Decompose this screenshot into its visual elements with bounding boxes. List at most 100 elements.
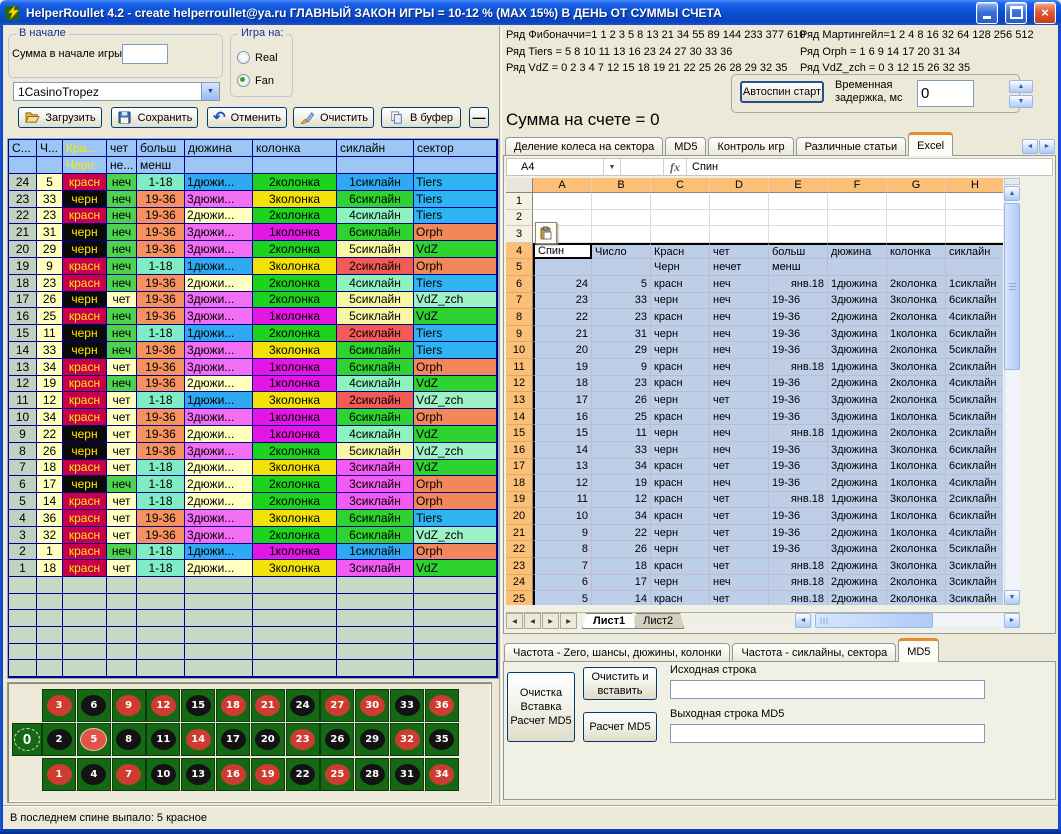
md5-clear-and-paste-button[interactable]: Очистить и вставить [583, 667, 657, 700]
excel-cell[interactable]: 3дюжина [828, 442, 887, 459]
excel-cell[interactable]: 17 [533, 392, 592, 409]
excel-cell[interactable]: 19-36 [769, 342, 828, 359]
excel-cell[interactable]: 24 [533, 276, 592, 293]
excel-cell[interactable]: неч [710, 409, 769, 426]
board-number-cell[interactable]: 1 [42, 758, 76, 791]
excel-cell[interactable] [651, 210, 710, 227]
board-number-cell[interactable]: 27 [320, 689, 354, 722]
excel-cell[interactable]: 19-36 [769, 293, 828, 310]
excel-cell[interactable]: сиклайн [946, 243, 1003, 260]
excel-cell[interactable] [946, 226, 1003, 243]
board-number-cell[interactable]: 16 [216, 758, 250, 791]
excel-cell[interactable]: 1дюжина [828, 425, 887, 442]
excel-cell[interactable]: 12 [592, 492, 651, 509]
board-number-cell[interactable]: 11 [146, 723, 180, 756]
board-number-cell[interactable]: 18 [216, 689, 250, 722]
excel-cell[interactable]: 4сиклайн [946, 475, 1003, 492]
excel-cell[interactable]: 2колонка [887, 591, 946, 605]
start-sum-input[interactable] [122, 44, 168, 64]
excel-row-header[interactable]: 25 [506, 591, 533, 605]
board-number-cell[interactable]: 31 [390, 758, 424, 791]
excel-cell[interactable] [769, 193, 828, 210]
excel-cell[interactable]: 3колонка [887, 558, 946, 575]
excel-cell[interactable]: 14 [592, 591, 651, 605]
excel-cell[interactable]: 2сиклайн [946, 359, 1003, 376]
fx-icon[interactable]: fx [664, 159, 687, 175]
close-button[interactable]: × [1034, 2, 1056, 24]
excel-cell[interactable]: 19-36 [769, 376, 828, 393]
radio-real[interactable]: Real [237, 51, 278, 64]
board-number-cell[interactable]: 28 [355, 758, 389, 791]
excel-cell[interactable]: 19-36 [769, 392, 828, 409]
name-box-dropdown-icon[interactable]: ▼ [604, 159, 621, 175]
excel-cell[interactable]: 18 [533, 376, 592, 393]
board-number-cell[interactable]: 9 [112, 689, 146, 722]
excel-cell[interactable]: 2дюжина [828, 575, 887, 592]
excel-cell[interactable]: 4сиклайн [946, 525, 1003, 542]
excel-cell[interactable]: 12 [533, 475, 592, 492]
excel-cell[interactable]: 19-36 [769, 442, 828, 459]
excel-cell[interactable]: красн [651, 558, 710, 575]
excel-cell[interactable] [533, 193, 592, 210]
excel-cell[interactable]: 19-36 [769, 326, 828, 343]
excel-cell[interactable]: красн [651, 376, 710, 393]
excel-cell[interactable]: 19-36 [769, 409, 828, 426]
main-tab-3[interactable]: Различные статьи [796, 137, 907, 156]
excel-cell[interactable] [887, 193, 946, 210]
excel-cell[interactable]: 6 [533, 575, 592, 592]
excel-cell[interactable]: 20 [533, 342, 592, 359]
freq-tab-1[interactable]: Частота - сиклайны, сектора [732, 643, 896, 662]
board-number-cell[interactable]: 25 [320, 758, 354, 791]
excel-cell[interactable]: 3сиклайн [946, 575, 1003, 592]
excel-cell[interactable]: 3колонка [887, 359, 946, 376]
excel-cell[interactable]: больш [769, 243, 828, 260]
board-number-cell[interactable]: 13 [181, 758, 215, 791]
excel-cell[interactable]: 21 [533, 326, 592, 343]
excel-cell[interactable] [592, 193, 651, 210]
excel-cell[interactable]: 3дюжина [828, 342, 887, 359]
excel-cell[interactable]: неч [710, 293, 769, 310]
board-number-cell[interactable]: 7 [112, 758, 146, 791]
excel-cell[interactable]: 18 [592, 558, 651, 575]
scrollbar-split-handle[interactable] [1004, 178, 1020, 185]
excel-cell[interactable]: 19-36 [769, 475, 828, 492]
tab-scroll-right-button[interactable]: ► [1039, 139, 1055, 154]
excel-cell[interactable]: красн [651, 409, 710, 426]
excel-cell[interactable]: 3дюжина [828, 459, 887, 476]
excel-cell[interactable]: черн [651, 342, 710, 359]
excel-cell[interactable]: 2дюжина [828, 558, 887, 575]
copy-to-buffer-button[interactable]: В буфер [381, 107, 461, 128]
horizontal-scroll-thumb[interactable] [815, 613, 933, 628]
excel-cell[interactable] [592, 210, 651, 227]
excel-row-header[interactable]: 4 [506, 243, 533, 260]
excel-cell[interactable] [946, 193, 1003, 210]
excel-cell[interactable]: 11 [592, 425, 651, 442]
excel-cell[interactable]: 6сиклайн [946, 326, 1003, 343]
excel-cell[interactable]: черн [651, 442, 710, 459]
sheet-first-button[interactable]: ◀ [506, 613, 523, 629]
excel-cell[interactable] [887, 210, 946, 227]
casino-select[interactable]: 1CasinoTropez ▼ [13, 82, 220, 101]
sheet-tab-2[interactable]: Лист2 [632, 613, 684, 629]
excel-row-header[interactable]: 9 [506, 326, 533, 343]
excel-cell[interactable]: неч [710, 276, 769, 293]
excel-cell[interactable]: 2дюжина [828, 475, 887, 492]
excel-cell[interactable]: 6сиклайн [946, 508, 1003, 525]
excel-cell[interactable]: 2дюжина [828, 525, 887, 542]
excel-cell[interactable]: 2колонка [887, 342, 946, 359]
main-tab-4[interactable]: Excel [908, 132, 953, 156]
excel-cell[interactable]: чет [710, 508, 769, 525]
excel-cell[interactable]: 5сиклайн [946, 541, 1003, 558]
excel-cell[interactable]: янв.18 [769, 359, 828, 376]
excel-cell[interactable]: 1дюжина [828, 492, 887, 509]
excel-cell[interactable]: 3колонка [887, 492, 946, 509]
excel-cell[interactable]: 1колонка [887, 525, 946, 542]
excel-cell[interactable]: 19-36 [769, 309, 828, 326]
vertical-scroll-thumb[interactable] [1004, 203, 1020, 370]
excel-cell[interactable]: черн [651, 326, 710, 343]
excel-cell[interactable]: 2колонка [887, 376, 946, 393]
excel-cell[interactable]: 14 [533, 442, 592, 459]
excel-cell[interactable]: 2сиклайн [946, 492, 1003, 509]
excel-column-header[interactable]: D [710, 178, 769, 193]
excel-cell[interactable]: 26 [592, 541, 651, 558]
